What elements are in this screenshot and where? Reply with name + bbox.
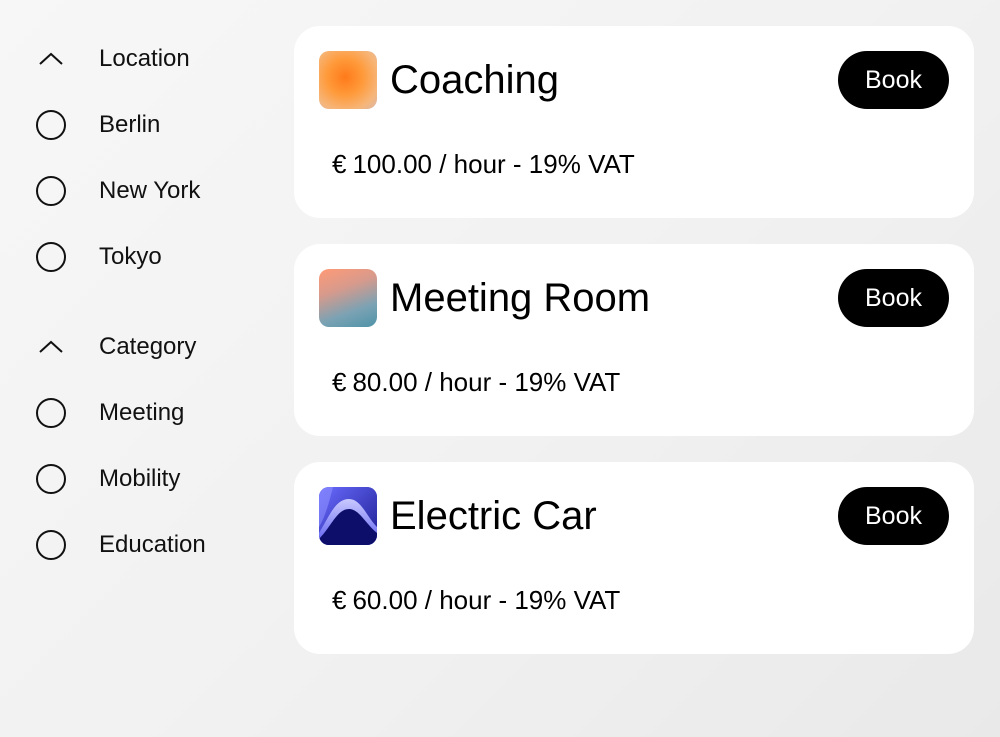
- option-label: Education: [99, 531, 206, 558]
- location-filter-header[interactable]: Location: [36, 42, 190, 76]
- option-label: Mobility: [99, 465, 181, 492]
- category-option-mobility[interactable]: Mobility: [36, 462, 180, 496]
- category-option-meeting[interactable]: Meeting: [36, 396, 184, 430]
- currency-symbol: €: [332, 367, 347, 397]
- location-option-berlin[interactable]: Berlin: [36, 108, 160, 142]
- radio-button[interactable]: [36, 398, 66, 428]
- listing-price: €80.00 / hour - 19% VAT: [332, 367, 620, 397]
- location-option-tokyo[interactable]: Tokyo: [36, 240, 162, 274]
- radio-button[interactable]: [36, 242, 66, 272]
- meeting-room-thumbnail-icon: [319, 269, 377, 327]
- category-filter-header[interactable]: Category: [36, 330, 196, 364]
- radio-button[interactable]: [36, 530, 66, 560]
- option-label: Meeting: [99, 399, 185, 426]
- listing-title: Electric Car: [390, 494, 597, 538]
- listing-price: €100.00 / hour - 19% VAT: [332, 149, 635, 179]
- radio-button[interactable]: [36, 110, 66, 140]
- category-filter-label: Category: [99, 333, 197, 360]
- chevron-up-icon[interactable]: [36, 44, 66, 74]
- electric-car-thumbnail-icon: [319, 487, 377, 545]
- price-text: 60.00 / hour - 19% VAT: [352, 585, 621, 615]
- location-filter-label: Location: [99, 45, 190, 72]
- chevron-up-icon[interactable]: [36, 332, 66, 362]
- radio-button[interactable]: [36, 464, 66, 494]
- book-button[interactable]: Book: [838, 51, 949, 109]
- listing-card-electric-car: Electric Car Book €60.00 / hour - 19% VA…: [294, 462, 974, 654]
- currency-symbol: €: [332, 149, 347, 179]
- listing-price: €60.00 / hour - 19% VAT: [332, 585, 620, 615]
- option-label: Berlin: [99, 111, 161, 138]
- price-text: 80.00 / hour - 19% VAT: [352, 367, 621, 397]
- book-button[interactable]: Book: [838, 487, 949, 545]
- listing-card-coaching: Coaching Book €100.00 / hour - 19% VAT: [294, 26, 974, 218]
- filter-sidebar: Location Berlin New York Tokyo Category …: [0, 0, 280, 737]
- option-label: New York: [99, 177, 201, 204]
- category-option-education[interactable]: Education: [36, 528, 206, 562]
- currency-symbol: €: [332, 585, 347, 615]
- book-button[interactable]: Book: [838, 269, 949, 327]
- listing-card-meeting-room: Meeting Room Book €80.00 / hour - 19% VA…: [294, 244, 974, 436]
- radio-button[interactable]: [36, 176, 66, 206]
- option-label: Tokyo: [99, 243, 162, 270]
- coaching-thumbnail-icon: [319, 51, 377, 109]
- listing-title: Coaching: [390, 58, 560, 102]
- listing-title: Meeting Room: [390, 276, 651, 320]
- location-option-new-york[interactable]: New York: [36, 174, 200, 208]
- price-text: 100.00 / hour - 19% VAT: [352, 149, 635, 179]
